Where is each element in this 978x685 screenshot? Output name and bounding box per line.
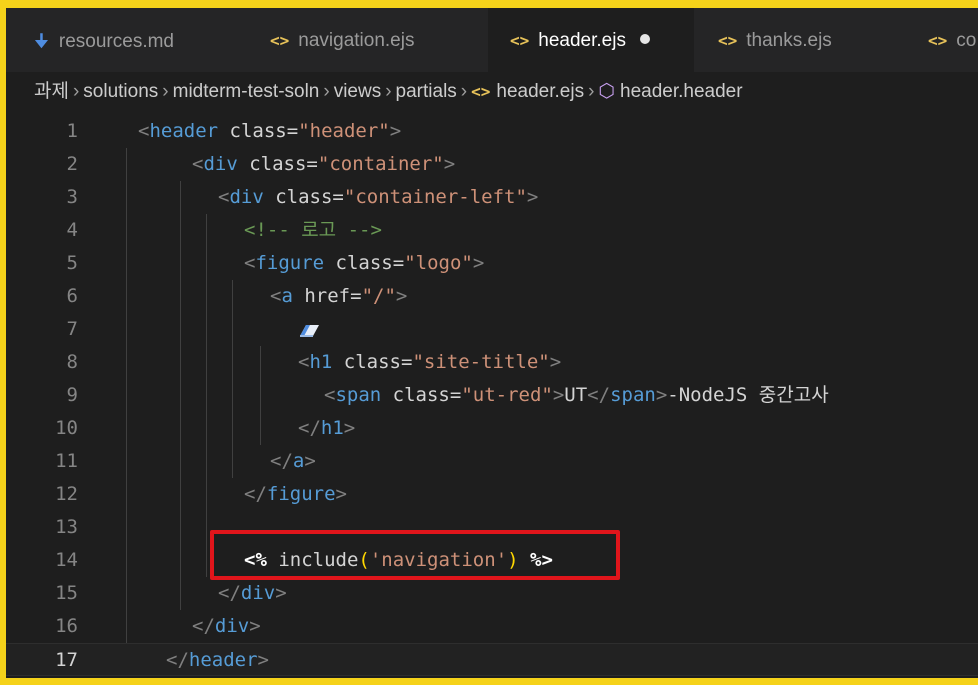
tab-thanks-ejs[interactable]: <> thanks.ejs (694, 8, 906, 72)
breadcrumb-item[interactable]: 과제 (34, 81, 69, 102)
tab-label: navigation.ejs (298, 30, 415, 51)
code-text: <h1 class="site-title"> (298, 351, 562, 373)
code-text: <header class="header"> (138, 120, 402, 142)
chevron-right-icon: › (72, 81, 80, 102)
unsaved-dot-icon[interactable] (639, 34, 650, 44)
code-brackets-icon: <> (928, 31, 948, 50)
code-text (298, 313, 320, 346)
code-text: <a href="/"> (270, 285, 408, 307)
code-text: </h1> (298, 417, 356, 439)
code-line[interactable]: 3 <div class="container-left"> (6, 181, 978, 214)
sticker-icon (300, 325, 319, 337)
code-text: </figure> (244, 483, 347, 505)
tab-label: co (956, 30, 977, 51)
breadcrumb-item[interactable]: midterm-test-soln (173, 81, 320, 102)
code-line[interactable]: 12 </figure> (6, 478, 978, 511)
code-text: <% include('navigation') %> (244, 549, 553, 571)
code-brackets-icon: <> (510, 31, 530, 50)
code-line[interactable]: 15 </div> (6, 577, 978, 610)
breadcrumb-item[interactable]: views (334, 81, 382, 102)
markdown-icon: 🠋 (34, 31, 49, 51)
tab-label: header.ejs (538, 30, 626, 51)
code-text: <figure class="logo"> (244, 252, 485, 274)
tab-label: thanks.ejs (746, 30, 832, 51)
code-line[interactable]: 11 </a> (6, 445, 978, 478)
tab-resources-md[interactable]: 🠋 resources.md (6, 8, 244, 72)
code-text: </header> (166, 649, 269, 671)
code-line[interactable]: 6 <a href="/"> (6, 280, 978, 313)
line-number: 4 (66, 219, 78, 241)
line-number: 5 (66, 252, 78, 274)
code-text: <div class="container-left"> (218, 186, 539, 208)
chevron-right-icon: › (385, 81, 392, 102)
code-line[interactable]: 10 </h1> (6, 412, 978, 445)
code-brackets-icon: <> (471, 82, 491, 101)
code-line[interactable]: 13 (6, 511, 978, 544)
code-line[interactable]: 9 <span class="ut-red">UT</span>-NodeJS 중… (6, 379, 978, 412)
code-text: </div> (218, 582, 287, 604)
line-number: 14 (55, 549, 78, 571)
breadcrumb-item[interactable]: header.header (620, 81, 743, 102)
line-number: 16 (55, 615, 78, 637)
code-text: </a> (270, 450, 316, 472)
line-number: 6 (66, 285, 78, 307)
code-line[interactable]: 16 </div> (6, 610, 978, 643)
tab-bar: 🠋 resources.md <> navigation.ejs <> header.… (6, 8, 978, 72)
breadcrumb-item[interactable]: header.ejs (496, 81, 584, 102)
editor-window: 🠋 resources.md <> navigation.ejs <> header.… (6, 8, 978, 678)
breadcrumb-item[interactable]: partials (396, 81, 457, 102)
code-brackets-icon: <> (718, 31, 738, 50)
tab-truncated[interactable]: <> co (906, 8, 978, 72)
line-number: 9 (66, 384, 78, 406)
line-number: 13 (55, 516, 78, 538)
line-number: 7 (66, 318, 78, 340)
code-text: </div> (192, 615, 261, 637)
tab-header-ejs[interactable]: <> header.ejs (488, 8, 694, 72)
chevron-right-icon: › (323, 81, 330, 102)
line-number: 3 (66, 186, 78, 208)
chevron-right-icon: › (460, 81, 468, 102)
tab-navigation-ejs[interactable]: <> navigation.ejs (244, 8, 488, 72)
breadcrumb-item[interactable]: solutions (83, 81, 158, 102)
line-number: 12 (55, 483, 78, 505)
tab-label: resources.md (58, 31, 175, 52)
code-line[interactable]: 2 <div class="container"> (6, 148, 978, 181)
line-number: 17 (55, 649, 78, 671)
line-number: 8 (66, 351, 78, 373)
code-brackets-icon: <> (270, 31, 290, 50)
line-number: 2 (66, 153, 78, 175)
code-line[interactable]: 5 <figure class="logo"> (6, 247, 978, 280)
chevron-right-icon: › (162, 81, 169, 102)
line-number: 1 (66, 120, 78, 142)
code-line[interactable]: 14 <% include('navigation') %> (6, 544, 978, 577)
line-number: 10 (55, 417, 78, 439)
symbol-cube-icon: ⬡ (598, 81, 615, 102)
code-line[interactable]: 8 <h1 class="site-title"> (6, 346, 978, 379)
line-number: 15 (55, 582, 78, 604)
code-line[interactable]: 1 <header class="header"> (6, 115, 978, 148)
chevron-right-icon: › (588, 81, 595, 102)
code-line[interactable]: 7 (6, 313, 978, 346)
code-text: <!-- 로고 --> (244, 219, 382, 241)
line-number: 11 (55, 450, 78, 472)
code-editor[interactable]: 1 <header class="header"> 2 <div class="con… (6, 112, 978, 678)
breadcrumb: 과제 › solutions › midterm-test-soln › views › par… (34, 72, 743, 112)
code-line[interactable]: 17 </header> (6, 643, 978, 676)
code-text: <span class="ut-red">UT</span>-NodeJS 중간… (324, 384, 829, 406)
code-line[interactable]: 4 <!-- 로고 --> (6, 214, 978, 247)
code-text: <div class="container"> (192, 153, 456, 175)
